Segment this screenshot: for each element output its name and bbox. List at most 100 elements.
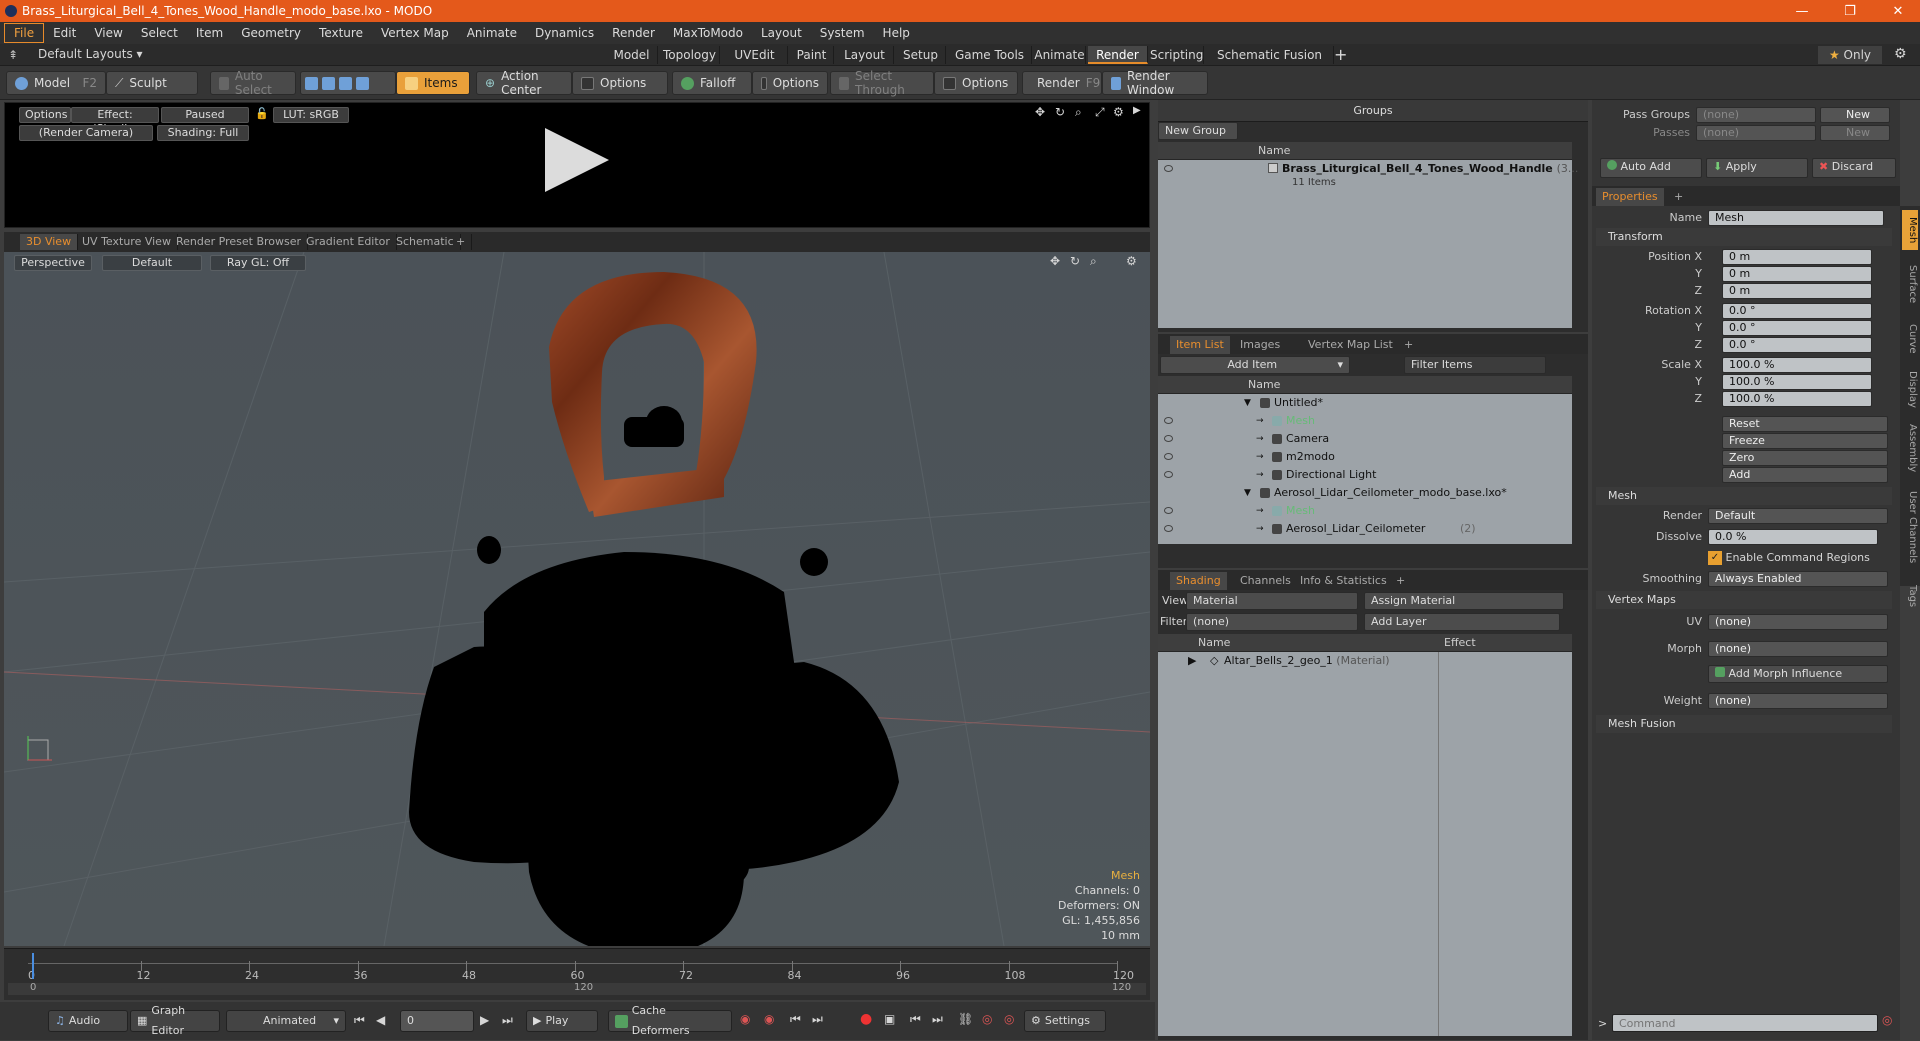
item-row[interactable]: → m2modo — [1158, 448, 1572, 466]
prev-icon[interactable]: ⏮ — [910, 1012, 921, 1027]
vertices-icon[interactable] — [305, 76, 318, 90]
play-icon[interactable] — [545, 128, 609, 192]
only-button[interactable]: ★ Only — [1818, 46, 1882, 64]
auto-add-button[interactable]: Auto Add — [1600, 158, 1702, 178]
side-tab-surface[interactable]: Surface — [1902, 254, 1918, 314]
new-group-button[interactable]: New Group — [1158, 122, 1238, 140]
polygons-icon[interactable] — [339, 76, 352, 90]
side-tab-mesh[interactable]: Mesh — [1902, 210, 1918, 250]
eye-icon[interactable] — [1164, 435, 1173, 442]
layout-tab-layout[interactable]: Layout — [836, 46, 894, 64]
checkbox-checked-icon[interactable]: ✓ — [1708, 551, 1722, 565]
menu-animate[interactable]: Animate — [458, 22, 526, 44]
layout-tab-model[interactable]: Model — [606, 46, 658, 64]
range-bar[interactable]: 0 120 120 — [8, 982, 1146, 995]
reset-dropdown[interactable]: Reset — [1722, 416, 1888, 432]
rot-x-field[interactable]: 0.0 ° — [1722, 303, 1872, 319]
materials-icon[interactable] — [356, 76, 369, 90]
gear-icon[interactable]: ⚙ — [1894, 46, 1907, 62]
side-tab-user-channels[interactable]: User Channels — [1902, 482, 1918, 572]
add-tab-icon[interactable]: + — [1398, 336, 1419, 354]
weight-dropdown[interactable]: (none) — [1708, 693, 1888, 709]
menu-item[interactable]: Item — [187, 22, 232, 44]
close-icon[interactable]: ✕ — [1876, 0, 1920, 22]
add-viewport-tab-icon[interactable]: + — [450, 234, 473, 250]
link-icon[interactable]: ⛓ — [958, 1012, 973, 1026]
menu-select[interactable]: Select — [132, 22, 187, 44]
item-row[interactable]: → Mesh — [1158, 412, 1572, 430]
command-history-icon[interactable]: ◎ — [1882, 1013, 1892, 1027]
eye-icon[interactable] — [1164, 417, 1173, 424]
vertex-maps-section[interactable]: Vertex Maps — [1596, 591, 1892, 609]
dissolve-field[interactable]: 0.0 % — [1708, 529, 1878, 545]
menu-vertex-map[interactable]: Vertex Map — [372, 22, 458, 44]
play-button[interactable]: ▶ Play — [526, 1010, 598, 1032]
zoom-icon[interactable]: ⌕ — [1090, 254, 1097, 269]
item-row[interactable]: ▼ Aerosol_Lidar_Ceilometer_modo_base.lxo* — [1158, 484, 1572, 502]
name-field[interactable]: Mesh — [1708, 210, 1884, 226]
expand-icon[interactable]: ▼ — [1244, 394, 1251, 412]
passes-dropdown[interactable]: (none) — [1696, 125, 1816, 141]
shading-tab-channels[interactable]: Channels — [1234, 572, 1297, 590]
maximize-icon[interactable]: ⤢ — [1095, 105, 1105, 120]
discard-button[interactable]: ✖ Discard — [1812, 158, 1896, 178]
add-dropdown[interactable]: Add — [1722, 467, 1888, 483]
eye-icon[interactable] — [1164, 471, 1173, 478]
scale-x-field[interactable]: 100.0 % — [1722, 357, 1872, 373]
group-item[interactable]: Brass_Liturgical_Bell_4_Tones_Wood_Handl… — [1158, 160, 1578, 194]
lut-dropdown[interactable]: LUT: sRGB — [273, 107, 349, 123]
shading-tab-info-statistics[interactable]: Info & Statistics — [1294, 572, 1393, 590]
new-pass-button[interactable]: New — [1820, 125, 1890, 141]
default-dropdown[interactable]: Default — [102, 255, 202, 271]
rotate-icon[interactable]: ↻ — [1070, 254, 1080, 268]
paused-button[interactable]: Paused — [161, 107, 249, 123]
side-tab-display[interactable]: Display — [1902, 364, 1918, 414]
next-key-icon[interactable]: ⏭ — [812, 1012, 823, 1027]
prev-key-icon[interactable]: ⏮ — [790, 1012, 801, 1027]
eye-icon[interactable] — [1164, 507, 1173, 514]
expand-icon[interactable]: → — [1256, 430, 1264, 448]
enable-command-regions[interactable]: ✓ Enable Command Regions — [1708, 549, 1888, 567]
goto-start-icon[interactable]: ⏮ — [354, 1013, 365, 1028]
preview-options-button[interactable]: Options — [19, 107, 71, 123]
layout-tab-scripting[interactable]: Scripting — [1150, 46, 1204, 64]
render-button[interactable]: Render F9 — [1022, 71, 1102, 95]
eye-icon[interactable] — [1164, 525, 1173, 532]
layout-tab-topology[interactable]: Topology — [660, 46, 720, 64]
layout-tab-paint[interactable]: Paint — [790, 46, 834, 64]
playhead[interactable] — [32, 953, 34, 979]
side-tab-assembly[interactable]: Assembly — [1902, 418, 1918, 478]
expand-icon[interactable]: → — [1256, 502, 1264, 520]
add-tab-icon[interactable]: + — [1390, 572, 1411, 590]
pos-z-field[interactable]: 0 m — [1722, 283, 1872, 299]
viewport-tab-render-preset-browser[interactable]: Render Preset Browser — [170, 234, 309, 250]
add-tab-icon[interactable]: + — [1668, 188, 1689, 206]
edges-icon[interactable] — [322, 76, 335, 90]
rotate-icon[interactable]: ↻ — [1055, 105, 1065, 119]
play-arrow-icon[interactable]: ▶ — [1133, 105, 1141, 116]
add-item-button[interactable]: Add Item ▾ — [1160, 356, 1350, 374]
view-dropdown[interactable]: Material — [1186, 592, 1358, 610]
render-window-button[interactable]: Render Window — [1102, 69, 1208, 97]
model-button[interactable]: Model F2 — [6, 71, 106, 95]
layout-tab-uvedit[interactable]: UVEdit — [722, 46, 788, 64]
uv-dropdown[interactable]: (none) — [1708, 614, 1888, 630]
viewport-tab-3d-view[interactable]: 3D View — [20, 234, 79, 250]
shading-tab-shading[interactable]: Shading — [1170, 572, 1227, 590]
3d-viewport[interactable]: Perspective Default Ray GL: Off ✥ ↻ ⌕ ⚙ … — [4, 252, 1150, 946]
menu-render[interactable]: Render — [603, 22, 664, 44]
solo-icon[interactable]: ◎ — [1004, 1012, 1014, 1026]
menu-geometry[interactable]: Geometry — [232, 22, 310, 44]
settings-button[interactable]: ⚙ Settings — [1024, 1010, 1106, 1032]
mesh-fusion-section[interactable]: Mesh Fusion — [1596, 715, 1892, 733]
item-row[interactable]: → Mesh — [1158, 502, 1572, 520]
key-filter-icon[interactable]: ▣ — [884, 1012, 895, 1026]
add-layer-dropdown[interactable]: Add Layer — [1364, 613, 1560, 631]
smoothing-dropdown[interactable]: Always Enabled — [1708, 571, 1888, 587]
freeze-dropdown[interactable]: Freeze — [1722, 433, 1888, 449]
morph-dropdown[interactable]: (none) — [1708, 641, 1888, 657]
transform-section[interactable]: Transform — [1596, 228, 1892, 246]
restore-icon[interactable]: ❐ — [1828, 0, 1872, 22]
gear-icon[interactable]: ⚙ — [1113, 105, 1124, 119]
eye-icon[interactable] — [1164, 165, 1173, 172]
